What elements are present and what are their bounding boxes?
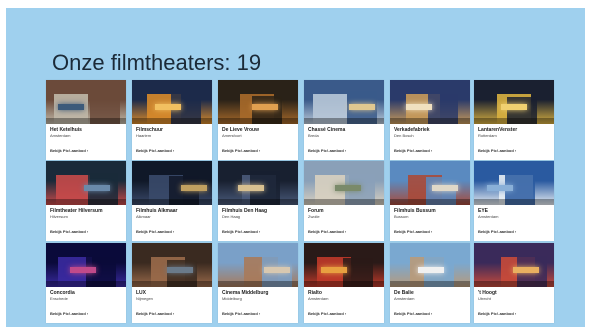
theater-card[interactable]: Filmhuis Alkmaar Alkmaar Bekijk Pic!-aanbo… [132,161,212,241]
theater-photo [390,80,470,124]
theater-photo [46,243,126,287]
theater-photo [390,161,470,205]
view-offer-link[interactable]: Bekijk Pic!-aanbod › [394,311,432,316]
view-offer-link[interactable]: Bekijk Pic!-aanbod › [136,229,174,234]
theater-card[interactable]: De Lieve Vrouw Amersfoort Bekijk Pic!-aanb… [218,80,298,160]
theater-city: Bussum [394,214,409,219]
theater-photo [132,161,212,205]
theater-photo [474,161,554,205]
theater-card[interactable]: Verkadefabriek Den Bosch Bekijk Pic!-aanbo… [390,80,470,160]
theater-card[interactable]: Cinema Middelburg Middelburg Bekijk Pic!-a… [218,243,298,323]
theater-city: Zwolle [308,214,320,219]
theater-city: Amsterdam [478,214,499,219]
theater-card[interactable]: Concordia Enschede Bekijk Pic!-aanbod › [46,243,126,323]
view-offer-link[interactable]: Bekijk Pic!-aanbod › [308,229,346,234]
theater-photo [474,243,554,287]
view-offer-link[interactable]: Bekijk Pic!-aanbod › [478,311,516,316]
theater-city: Amsterdam [308,296,329,301]
theater-card[interactable]: Forum Zwolle Bekijk Pic!-aanbod › [304,161,384,241]
theater-card[interactable]: Filmhuis Den Haag Den Haag Bekijk Pic!-aan… [218,161,298,241]
view-offer-link[interactable]: Bekijk Pic!-aanbod › [222,229,260,234]
theater-photo [304,80,384,124]
theater-photo [46,161,126,205]
theater-card[interactable]: Filmschuur Haarlem Bekijk Pic!-aanbod › [132,80,212,160]
theater-city: Amsterdam [394,296,415,301]
view-offer-link[interactable]: Bekijk Pic!-aanbod › [136,148,174,153]
view-offer-link[interactable]: Bekijk Pic!-aanbod › [136,311,174,316]
theater-city: Middelburg [222,296,242,301]
theater-photo [474,80,554,124]
view-offer-link[interactable]: Bekijk Pic!-aanbod › [50,148,88,153]
theater-grid: Het Ketelhuis Amsterdam Bekijk Pic!-aanbod… [6,8,585,327]
slide: Onze filmtheaters: 19 Het Ketelhuis Amste… [6,8,585,327]
theater-card[interactable]: EYE Amsterdam Bekijk Pic!-aanbod › [474,161,554,241]
theater-card[interactable]: Rialto Amsterdam Bekijk Pic!-aanbod › [304,243,384,323]
theater-card[interactable]: LUX Nijmegen Bekijk Pic!-aanbod › [132,243,212,323]
theater-photo [304,243,384,287]
theater-photo [304,161,384,205]
theater-photo [46,80,126,124]
view-offer-link[interactable]: Bekijk Pic!-aanbod › [478,148,516,153]
view-offer-link[interactable]: Bekijk Pic!-aanbod › [308,148,346,153]
theater-city: Enschede [50,296,68,301]
theater-card[interactable]: Chassé Cinema Breda Bekijk Pic!-aanbod › [304,80,384,160]
view-offer-link[interactable]: Bekijk Pic!-aanbod › [478,229,516,234]
theater-photo [132,243,212,287]
theater-photo [218,80,298,124]
theater-city: Nijmegen [136,296,153,301]
theater-city: Den Haag [222,214,241,219]
theater-city: Haarlem [136,133,152,138]
view-offer-link[interactable]: Bekijk Pic!-aanbod › [222,311,260,316]
theater-card[interactable]: Het Ketelhuis Amsterdam Bekijk Pic!-aanbod… [46,80,126,160]
theater-card[interactable]: De Balie Amsterdam Bekijk Pic!-aanbod › [390,243,470,323]
view-offer-link[interactable]: Bekijk Pic!-aanbod › [308,311,346,316]
theater-city: Amersfoort [222,133,242,138]
view-offer-link[interactable]: Bekijk Pic!-aanbod › [222,148,260,153]
theater-card[interactable]: Filmhuis Bussum Bussum Bekijk Pic!-aanbod … [390,161,470,241]
theater-city: Breda [308,133,319,138]
theater-card[interactable]: Filmtheater Hilversum Hilversum Bekijk Pic… [46,161,126,241]
theater-card[interactable]: 't Hoogt Utrecht Bekijk Pic!-aanbod › [474,243,554,323]
theater-photo [218,161,298,205]
theater-photo [132,80,212,124]
theater-card[interactable]: LantarenVenster Rotterdam Bekijk Pic!-aanb… [474,80,554,160]
theater-city: Rotterdam [478,133,497,138]
theater-city: Utrecht [478,296,491,301]
view-offer-link[interactable]: Bekijk Pic!-aanbod › [50,229,88,234]
view-offer-link[interactable]: Bekijk Pic!-aanbod › [394,148,432,153]
theater-photo [390,243,470,287]
theater-city: Amsterdam [50,133,71,138]
theater-city: Hilversum [50,214,68,219]
view-offer-link[interactable]: Bekijk Pic!-aanbod › [50,311,88,316]
view-offer-link[interactable]: Bekijk Pic!-aanbod › [394,229,432,234]
theater-city: Den Bosch [394,133,414,138]
theater-photo [218,243,298,287]
theater-city: Alkmaar [136,214,151,219]
